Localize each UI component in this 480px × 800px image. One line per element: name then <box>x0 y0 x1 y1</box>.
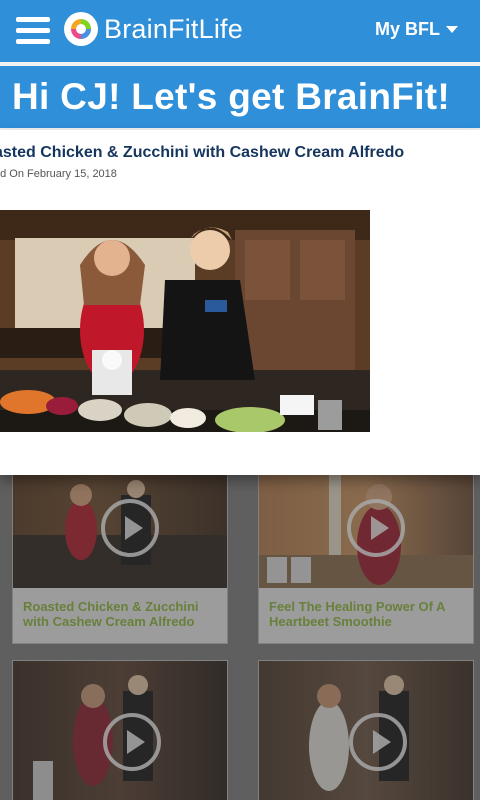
my-bfl-label: My BFL <box>375 19 440 39</box>
chevron-down-icon <box>446 26 458 33</box>
modal-backdrop[interactable] <box>0 440 480 800</box>
brand-logo[interactable]: BrainFitLife <box>64 12 243 46</box>
video-modal: asted Chicken & Zucchini with Cashew Cre… <box>0 130 480 475</box>
modal-posted-date: ed On February 15, 2018 <box>0 168 117 180</box>
brain-logo-icon <box>64 12 98 46</box>
hamburger-menu-icon[interactable] <box>16 17 50 45</box>
greeting-text: Hi CJ! Let's get BrainFit! <box>12 76 451 117</box>
app-header: BrainFitLife My BFL <box>0 0 480 62</box>
video-player[interactable] <box>0 210 370 432</box>
my-bfl-menu[interactable]: My BFL <box>375 19 458 40</box>
welcome-banner: Hi CJ! Let's get BrainFit! <box>0 66 480 128</box>
modal-video-title: asted Chicken & Zucchini with Cashew Cre… <box>0 144 405 161</box>
brand-name: BrainFitLife <box>104 13 243 44</box>
